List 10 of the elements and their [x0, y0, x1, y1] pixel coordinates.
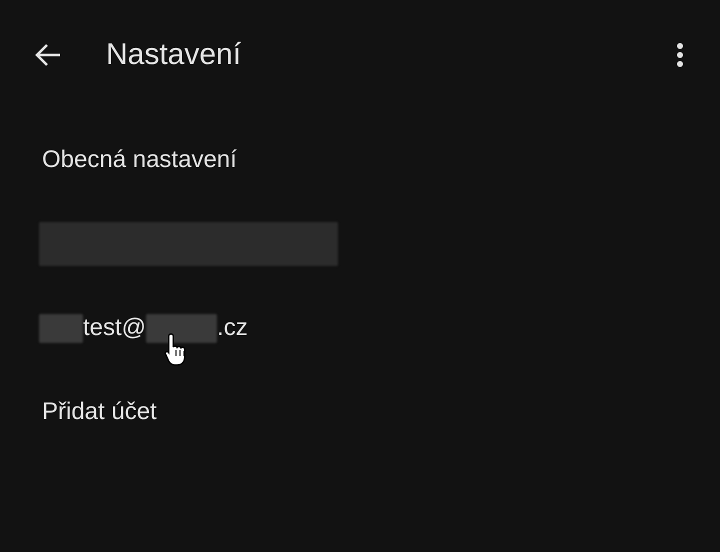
redaction-block [146, 314, 218, 342]
email-text: test@ [83, 314, 146, 342]
redaction-block [39, 314, 83, 342]
menu-icon[interactable] [676, 42, 684, 68]
settings-item[interactable]: Obecná nastavení [42, 146, 237, 174]
settings-item[interactable]: Přidat účet [42, 398, 157, 426]
window-title: Nastavení [106, 38, 242, 72]
email-text: .cz [217, 314, 248, 342]
back-icon[interactable] [34, 43, 62, 67]
account-item[interactable]: test@ .cz [39, 314, 248, 342]
